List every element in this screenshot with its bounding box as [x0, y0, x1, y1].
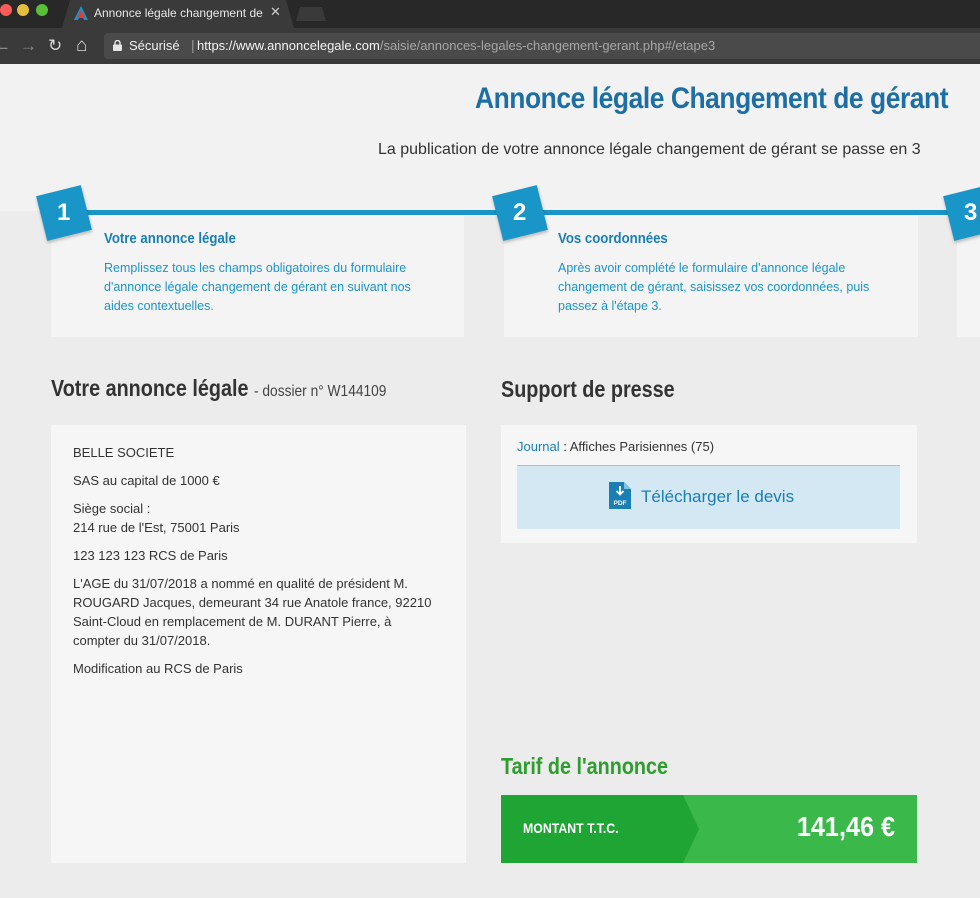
annonce-title: Votre annonce légale — [51, 375, 249, 401]
tarif-bar: MONTANT T.T.C. 141,46 € — [501, 795, 917, 863]
siege-address: 214 rue de l'Est, 75001 Paris — [73, 520, 240, 535]
step-description-2: Après avoir complété le formulaire d'ann… — [558, 261, 870, 313]
tab-title: Annonce légale changement de gérant — [94, 6, 263, 20]
download-devis-label: Télécharger le devis — [641, 487, 795, 506]
journal-label: Journal — [517, 439, 560, 454]
forward-icon[interactable]: → — [20, 36, 37, 56]
journal-separator: : — [559, 439, 570, 454]
window-zoom-button[interactable] — [36, 4, 48, 16]
home-icon[interactable]: ⌂ — [76, 36, 87, 56]
tarif-label-panel: MONTANT T.T.C. — [501, 795, 699, 863]
journal-line: Journal : Affiches Parisiennes (75) — [517, 439, 714, 454]
step-number: 2 — [513, 199, 527, 227]
company-capital: SAS au capital de 1000 € — [73, 473, 220, 488]
tarif-section-title: Tarif de l'annonce — [501, 753, 669, 779]
browser-tab-active[interactable]: Annonce légale changement de gérant ✕ — [62, 0, 294, 28]
annonce-body: L'AGE du 31/07/2018 a nommé en qualité d… — [73, 576, 432, 648]
window-minimize-button[interactable] — [17, 4, 29, 16]
step-description-1: Remplissez tous les champs obligatoires … — [104, 261, 411, 313]
secure-label: Sécurisé — [129, 38, 180, 53]
tarif-label: MONTANT T.T.C. — [523, 820, 619, 836]
annonce-section-title: Votre annonce légale - dossier n° W14410… — [51, 375, 386, 402]
annonce-modification: Modification au RCS de Paris — [73, 661, 243, 676]
tarif-amount: 141,46 € — [796, 811, 895, 842]
pdf-icon-text: PDF — [614, 500, 627, 507]
step-number: 3 — [964, 199, 978, 227]
dossier-number: - dossier n° W144109 — [253, 383, 387, 400]
siege-label: Siège social : — [73, 501, 151, 516]
company-name: BELLE SOCIETE — [73, 445, 175, 460]
url-host: https://www.annoncelegale.com — [197, 38, 380, 53]
url-text[interactable]: https://www.annoncelegale.com/saisie/ann… — [197, 38, 715, 53]
tab-close-icon[interactable]: ✕ — [270, 4, 281, 20]
browser-tab-bar: Annonce légale changement de gérant ✕ — [0, 0, 980, 28]
step-title-2: Vos coordonnées — [558, 230, 668, 247]
new-tab-button[interactable] — [296, 7, 326, 21]
step-number: 1 — [57, 199, 71, 227]
page-title: Annonce légale Changement de gérant — [475, 82, 949, 115]
url-path: /saisie/annonces-legales-changement-gera… — [379, 38, 716, 53]
siege-social: Siège social : 214 rue de l'Est, 75001 Pa… — [73, 499, 433, 537]
support-section-title: Support de presse — [501, 376, 675, 402]
download-devis-button[interactable]: PDF Télécharger le devis — [517, 465, 900, 529]
site-logo-icon — [74, 6, 88, 20]
pdf-download-icon: PDF — [609, 482, 631, 509]
url-separator: | — [191, 37, 195, 53]
back-icon[interactable]: ← — [0, 36, 11, 56]
journal-value: Affiches Parisiennes (75) — [569, 439, 715, 454]
reload-icon[interactable]: ↻ — [48, 36, 62, 56]
support-box: Journal : Affiches Parisiennes (75) PDF … — [501, 425, 917, 543]
address-bar[interactable]: Sécurisé | https://www.annoncelegale.com… — [104, 33, 980, 59]
page-subtitle: La publication de votre annonce légale c… — [378, 141, 921, 158]
rcs-number: 123 123 123 RCS de Paris — [73, 548, 228, 563]
annonce-preview: BELLE SOCIETE SAS au capital de 1000 € S… — [51, 425, 466, 863]
step-title-1: Votre annonce légale — [104, 230, 236, 247]
lock-icon — [113, 40, 122, 51]
window-close-button[interactable] — [0, 4, 12, 16]
browser-toolbar: ← → ↻ ⌂ Sécurisé | https://www.annoncele… — [0, 28, 980, 64]
